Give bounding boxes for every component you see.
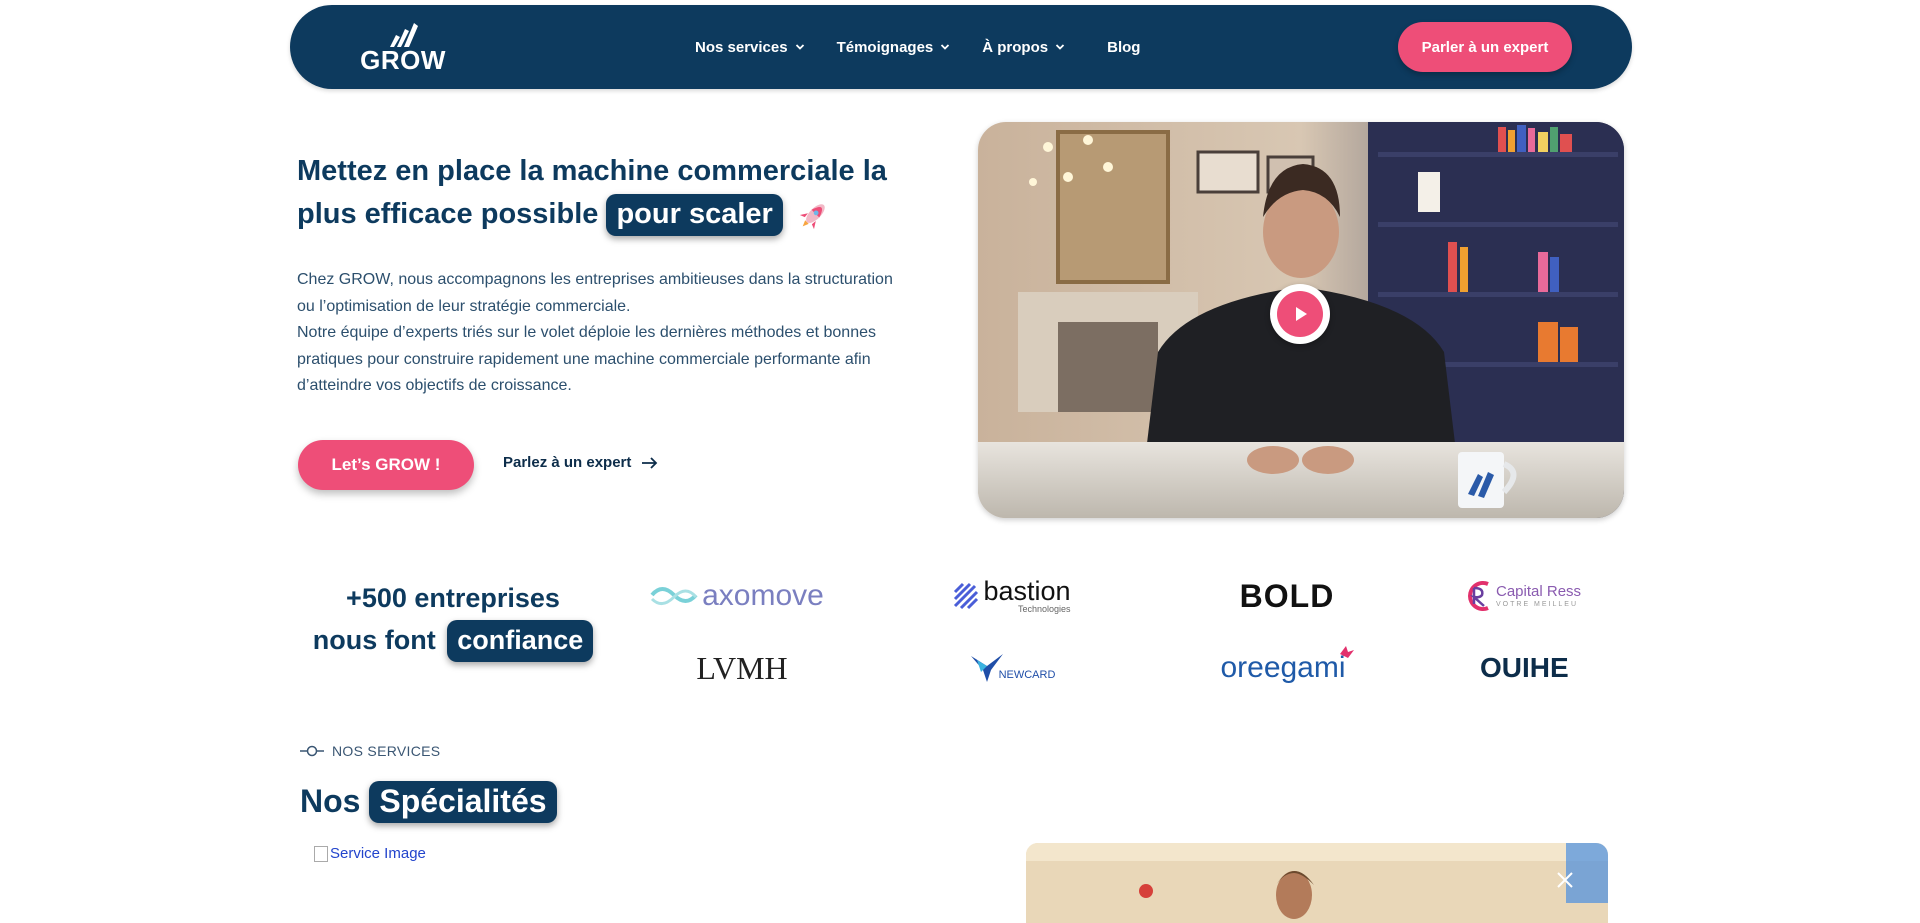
service-photo-image: [1026, 843, 1608, 923]
bold-wordmark: BOLD: [1239, 577, 1335, 614]
chevron-down-icon: [795, 44, 804, 50]
bastion-icon: [954, 582, 979, 610]
broken-image-icon: [314, 845, 328, 862]
service-photo: [1026, 843, 1608, 923]
client-logo-axomove: axomove: [647, 572, 827, 620]
capital-ress-name: Capital Ress: [1496, 583, 1582, 600]
services-title-highlight: Spécialités: [369, 781, 557, 823]
chevron-down-icon: [941, 44, 950, 50]
ouihe-wordmark: OUIHE: [1480, 652, 1569, 683]
hero-title: Mettez en place la machine commerciale l…: [297, 150, 917, 236]
client-logo-oreegami: oreegami: [1197, 644, 1377, 692]
capital-ress-icon: [1468, 581, 1489, 611]
lets-grow-button[interactable]: Let’s GROW !: [298, 440, 474, 490]
chevron-down-icon: [1055, 44, 1065, 50]
bastion-name: bastion: [983, 576, 1071, 606]
play-button[interactable]: [1270, 284, 1330, 344]
axomove-wordmark: axomove: [702, 579, 824, 612]
trust-line-2-prefix: nous font: [312, 625, 436, 655]
nav-item-label: Témoignages: [836, 38, 934, 56]
nav-item-blog[interactable]: Blog: [1107, 39, 1140, 56]
client-logo-newcard: NEWCARD: [922, 644, 1102, 692]
service-image-alt: Service Image: [330, 845, 426, 862]
hero-description: Chez GROW, nous accompagnons les entrepr…: [297, 267, 907, 400]
capital-ress-sub: VOTRE MEILLEU: [1496, 601, 1579, 608]
nav-links: Nos services Témoignages À propos Blog: [695, 5, 1172, 89]
talk-to-expert-link[interactable]: Parlez à un expert: [503, 454, 659, 471]
grow-logo-icon: [390, 23, 418, 47]
nav-item-testimonials[interactable]: Témoignages: [837, 39, 951, 56]
services-title: Nos Spécialités: [300, 777, 557, 825]
nav-item-label: Blog: [1107, 38, 1141, 56]
play-icon: [1277, 291, 1323, 337]
trust-line-2: nous font confiance: [298, 619, 608, 662]
axomove-icon: [650, 587, 698, 605]
top-navbar: GROW Nos services Témoignages À propos B…: [290, 5, 1632, 89]
talk-to-expert-link-label: Parlez à un expert: [503, 454, 632, 471]
client-logo-capital-ress: Capital Ress VOTRE MEILLEU: [1464, 572, 1594, 620]
service-image-broken: Service Image: [314, 845, 426, 862]
trust-highlight: confiance: [447, 620, 594, 662]
hero-paragraph: Chez GROW, nous accompagnons les entrepr…: [297, 271, 893, 315]
nav-item-label: Nos services: [695, 38, 788, 56]
services-title-prefix: Nos: [300, 783, 361, 819]
logo-text: GROW: [360, 45, 446, 75]
lvmh-wordmark: LVMH: [696, 649, 788, 686]
services-eyebrow-label: NOS SERVICES: [332, 743, 441, 759]
client-logo-bastion: bastion Technologies: [922, 572, 1102, 620]
hero-title-highlight: pour scaler: [606, 194, 783, 236]
arrow-right-icon: [642, 456, 658, 469]
client-logo-ouihe: OUIHE: [1480, 644, 1594, 692]
oreegami-wordmark: oreegami: [1220, 651, 1346, 684]
capital-ress-wordmark: Capital Ress VOTRE MEILLEU: [1496, 584, 1581, 608]
talk-to-expert-button[interactable]: Parler à un expert: [1398, 22, 1572, 72]
client-logo-lvmh: LVMH: [652, 644, 832, 692]
grow-logo[interactable]: GROW: [358, 19, 448, 79]
node-connector-icon: [300, 745, 324, 757]
client-logo-bold: BOLD: [1197, 572, 1377, 620]
bastion-sub: Technologies: [1017, 604, 1071, 614]
bastion-wordmark: bastion Technologies: [983, 578, 1070, 614]
rocket-icon: [799, 204, 825, 230]
nav-item-about[interactable]: À propos: [982, 39, 1065, 56]
newcard-wordmark: NEWCARD: [998, 669, 1056, 681]
trust-heading: +500 entreprises nous font confiance: [298, 577, 608, 662]
nav-item-label: À propos: [982, 38, 1049, 56]
nav-item-services[interactable]: Nos services: [695, 39, 805, 56]
services-eyebrow: NOS SERVICES: [300, 743, 440, 759]
trust-line-1: +500 entreprises: [346, 583, 560, 613]
hero-paragraph: Notre équipe d’experts triés sur le vole…: [297, 324, 876, 394]
oreegami-bird-icon: [1339, 646, 1354, 658]
